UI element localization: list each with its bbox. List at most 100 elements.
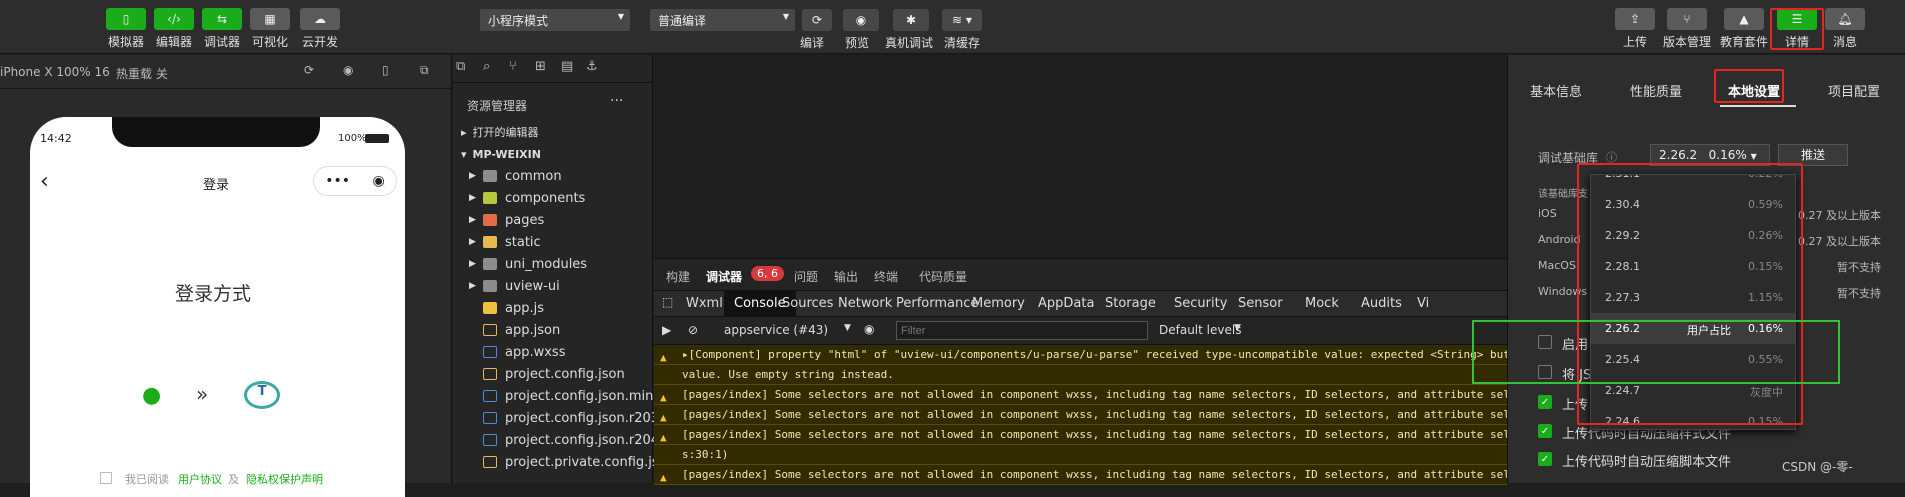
context-select[interactable]: appservice (#43) [724, 323, 828, 337]
eye-icon[interactable]: ◉ [864, 322, 874, 336]
devtools-tab[interactable]: Wxml [686, 296, 723, 311]
wechat-icon[interactable]: ● [142, 383, 161, 408]
file-tree-item[interactable]: ▶ uview-ui [469, 275, 560, 297]
tab-terminal[interactable]: 终端 [874, 268, 898, 285]
chevron-right-icon: ▶ [469, 171, 476, 181]
debug-icon: ⇆ [202, 8, 242, 30]
highlight-box [1472, 320, 1840, 384]
arrow-text: » [196, 382, 209, 406]
docker-icon[interactable]: ⚓︎ [586, 59, 598, 74]
folder-icon [483, 280, 497, 292]
database-icon[interactable]: ▤ [561, 59, 573, 74]
devtools-tab[interactable]: Security [1174, 296, 1227, 311]
file-tree-item[interactable]: project.config.json.r203 [469, 407, 659, 429]
file-tree-item[interactable]: project.config.json.r204 [469, 429, 659, 451]
hot-reload-toggle[interactable]: 热重载 关 [116, 65, 168, 82]
back-icon[interactable]: ‹ [40, 169, 49, 194]
real-device-debug-button[interactable]: 真机调试 [885, 34, 933, 51]
extensions-icon[interactable]: ⊞ [535, 59, 546, 74]
compile-button[interactable]: 编译 [800, 34, 824, 51]
capsule-menu[interactable]: ••• ◉ [313, 166, 397, 196]
file-tree-item[interactable]: ▶ components [469, 187, 585, 209]
devtools-tab[interactable]: Memory [972, 296, 1025, 311]
mode-select[interactable]: 小程序模式 ▼ [480, 9, 630, 31]
file-tree-item[interactable]: project.private.config.js... [469, 451, 671, 473]
file-tree-item[interactable]: ▶ common [469, 165, 562, 187]
root-folder[interactable]: ▾ MP-WEIXIN [461, 143, 541, 165]
devtools-tab[interactable]: Mock [1305, 296, 1339, 311]
tab-performance[interactable]: 性能质量 [1630, 81, 1682, 100]
setting-checkbox[interactable]: ✓ [1538, 452, 1552, 466]
education-button[interactable]: ▲ 教育套件 [1720, 8, 1768, 50]
files-icon[interactable]: ⧉ [456, 59, 465, 74]
visual-button[interactable]: ▦ 可视化 [250, 8, 290, 50]
devtools-tab[interactable]: Audits [1361, 296, 1402, 311]
tab-debugger[interactable]: 调试器 [706, 268, 742, 285]
platform-name: iOS [1538, 207, 1557, 220]
filter-input[interactable] [896, 321, 1148, 340]
file-tree-item[interactable]: app.json [469, 319, 560, 341]
file-tree-item[interactable]: app.js [469, 297, 544, 319]
phone-notch [112, 117, 320, 147]
tab-basic-info[interactable]: 基本信息 [1530, 81, 1582, 100]
devtools-tab[interactable]: AppData [1038, 296, 1094, 311]
clear-cache-button[interactable]: 清缓存 [944, 34, 980, 51]
folder-icon [483, 214, 497, 226]
file-tree-item[interactable]: project.config.json.mine [469, 385, 661, 407]
tab-code-quality[interactable]: 代码质量 [919, 268, 967, 285]
stop-icon[interactable]: ◉ [343, 63, 353, 77]
tab-build[interactable]: 构建 [666, 268, 690, 285]
devtools-tab[interactable]: Network [838, 296, 892, 311]
levels-select[interactable]: Default levels [1159, 323, 1241, 337]
clear-icon[interactable]: ⊘ [688, 323, 698, 337]
setting-checkbox[interactable]: ✓ [1538, 395, 1552, 409]
upload-button[interactable]: ⇪ 上传 [1615, 8, 1655, 50]
preview-button[interactable]: 预览 [845, 34, 869, 51]
devtools-tab[interactable]: Performance [896, 296, 978, 311]
git-icon[interactable]: ⑂ [509, 59, 517, 74]
more-icon[interactable]: ••• [325, 173, 350, 189]
file-tree-item[interactable]: ▶ pages [469, 209, 544, 231]
file-tree-item[interactable]: app.wxss [469, 341, 565, 363]
cloud-dev-button[interactable]: ☁ 云开发 [300, 8, 340, 50]
open-editors-section[interactable]: ▸ 打开的编辑器 [461, 121, 539, 143]
layout-icon: ▦ [250, 8, 290, 30]
close-icon[interactable]: ◉ [373, 173, 385, 189]
more-icon[interactable]: ··· [610, 93, 623, 109]
chevron-down-icon: ▼ [844, 323, 851, 333]
version-button[interactable]: ⑂ 版本管理 [1663, 8, 1711, 50]
highlight-box [1770, 8, 1824, 50]
setting-checkbox[interactable]: ✓ [1538, 424, 1552, 438]
devtools-tab[interactable]: Vi [1417, 296, 1429, 311]
refresh-icon[interactable]: ⟳ [802, 9, 832, 34]
chevron-right-icon: ▸ [461, 125, 467, 139]
file-tree-item[interactable]: ▶ uni_modules [469, 253, 587, 275]
agree-checkbox[interactable] [100, 472, 112, 484]
refresh-icon[interactable]: ⟳ [304, 63, 314, 77]
file-tree-item[interactable]: ▶ static [469, 231, 541, 253]
compile-select[interactable]: 普通编译 ▼ [650, 9, 795, 31]
debugger-button[interactable]: ⇆ 调试器 [202, 8, 242, 50]
sidebar-toggle-icon[interactable]: ▶ [662, 323, 671, 337]
editor-button[interactable]: ‹/› 编辑器 [154, 8, 194, 50]
devtools-tab[interactable]: Sensor [1238, 296, 1283, 311]
tab-problems[interactable]: 问题 [794, 268, 818, 285]
device-select[interactable]: iPhone X 100% 16 [0, 65, 110, 79]
devtools-tab[interactable]: Storage [1105, 296, 1156, 311]
user-agreement-link[interactable]: 用户协议 [178, 471, 222, 487]
phone-icon[interactable]: ▯ [382, 63, 389, 77]
devtools-tab[interactable]: Sources [782, 296, 833, 311]
layers-icon[interactable]: ≋ ▾ [942, 9, 982, 34]
chevron-right-icon: ▶ [469, 281, 476, 291]
file-tree-item[interactable]: project.config.json [469, 363, 625, 385]
inspect-icon[interactable]: ⬚ [662, 295, 673, 309]
window-icon[interactable]: ⧉ [420, 63, 429, 78]
search-icon[interactable]: ⌕ [483, 59, 490, 74]
simulator-button[interactable]: ▯ 模拟器 [106, 8, 146, 50]
messages-button[interactable]: 🔔︎ 消息 [1825, 8, 1865, 50]
tab-project-config[interactable]: 项目配置 [1828, 81, 1880, 100]
privacy-link[interactable]: 隐私权保护声明 [246, 471, 323, 487]
tab-output[interactable]: 输出 [834, 268, 858, 285]
eye-icon[interactable]: ◉ [843, 9, 879, 34]
bug-icon[interactable]: ✱ [893, 9, 929, 34]
